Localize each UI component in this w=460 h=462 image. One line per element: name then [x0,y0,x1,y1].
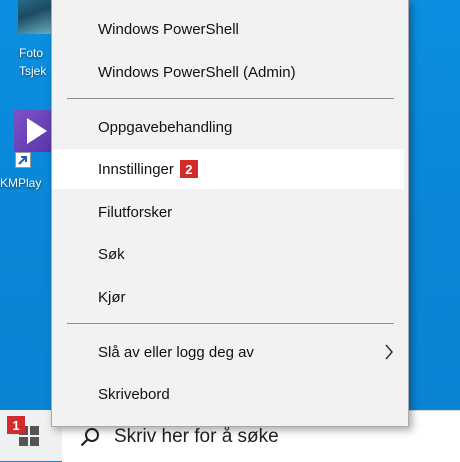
kmplayer-icon [14,110,56,152]
menu-item-run[interactable]: Kjør [52,277,408,317]
desktop-icon-kmplayer-label: KMPlay [0,176,42,190]
menu-item-search[interactable]: Søk [52,234,408,274]
search-placeholder: Skriv her for å søke [114,425,279,447]
play-icon [27,118,47,144]
menu-separator [67,98,394,99]
menu-item-shutdown[interactable]: Slå av eller logg deg av [52,332,408,372]
menu-separator [67,323,394,324]
shortcut-arrow-icon [15,152,31,168]
settings-badge: 2 [179,160,198,178]
search-icon [80,427,100,447]
menu-item-task-manager[interactable]: Oppgavebehandling [52,107,408,147]
menu-item-powershell[interactable]: Windows PowerShell [52,9,408,49]
chevron-right-icon [385,344,393,360]
menu-item-file-explorer[interactable]: Filutforsker [52,192,408,232]
menu-item-settings[interactable]: Innstillinger 2 [52,149,404,189]
winx-context-menu: Windows PowerShell Windows PowerShell (A… [51,0,409,427]
menu-item-powershell-admin[interactable]: Windows PowerShell (Admin) [52,52,408,92]
start-badge: 1 [7,416,25,434]
menu-item-desktop[interactable]: Skrivebord [52,374,408,414]
